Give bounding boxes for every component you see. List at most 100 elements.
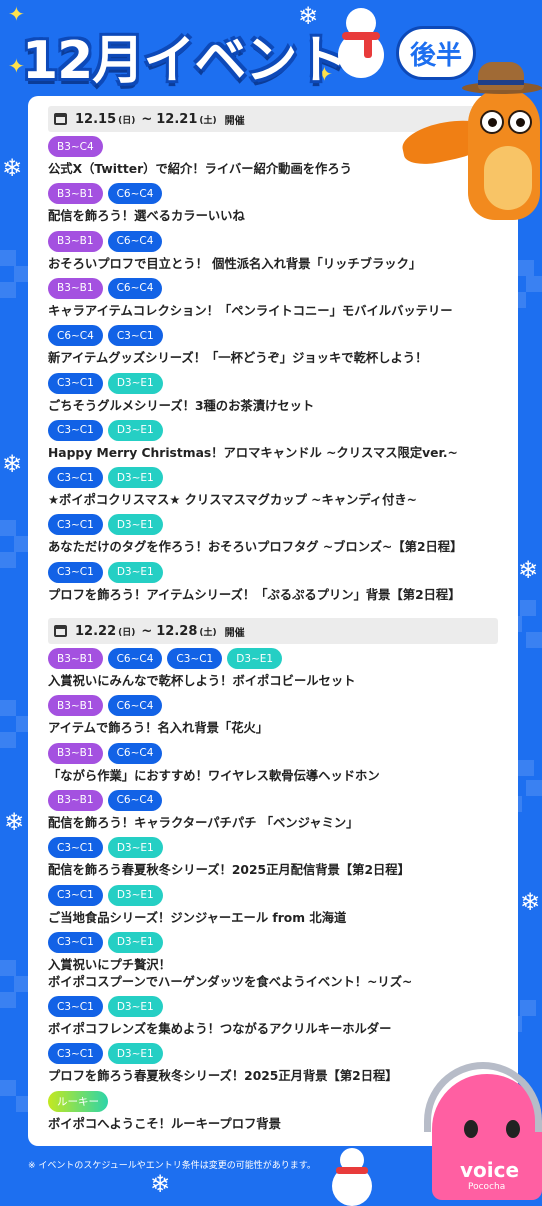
footnote: ※ イベントのスケジュールやエントリ条件は変更の可能性があります。 [28,1161,316,1171]
week-date-range: 12.22 (日) ~12.28 (土) 開催 [48,618,498,644]
rank-tag: C3~C1 [48,467,103,489]
event-item: C3~C1 D3~E1 ごちそうグルメシリーズ！3種のお茶漬けセット [48,372,508,415]
event-title: ご当地食品シリーズ！ジンジャーエール from 北海道 [48,910,347,925]
held-label: 開催 [224,115,245,127]
event-item: B3~B1 C6~C4 キャラアイテムコレクション！「ペンライトコニー」モバイルバッ… [48,277,508,320]
event-item: B3~B1 C6~C4 アイテムで飾ろう！名入れ背景「花火」 [48,695,508,737]
rank-tag: D3~E1 [107,931,163,953]
rank-tag: C6~C4 [107,695,163,717]
event-item: B3~B1 C6~C4 C3~C1 D3~E1 入賞祝いにみんなで乾杯しよう！ボイポコビ… [48,648,508,690]
snowflake-icon: ❄ [4,808,25,836]
week-start-date: 12.15 [75,111,117,127]
snowman-icon [334,8,388,84]
rank-tag: C6~C4 [107,230,163,252]
rank-tag: C3~C1 [48,884,103,906]
rank-tag: C6~C4 [107,742,163,764]
rank-tag: C3~C1 [48,837,103,859]
calendar-icon [54,113,67,125]
event-title: 入賞祝いにプチ贅沢！ [48,957,171,972]
header: 12月イベント [22,12,348,94]
rank-tag: B3~B1 [48,789,103,811]
week-start-dow: (日) [118,627,136,638]
rank-tag-list: B3~B1 C6~C4 [48,277,508,299]
owl-mascot-icon [399,60,542,230]
rank-tag-list: C3~C1 D3~E1 [48,884,508,906]
rank-tag-list: B3~B1 C6~C4 C3~C1 D3~E1 [48,648,508,669]
event-title: あなただけのタグを作ろう！おそろいプロフタグ ~ブロンズ~【第2日程】 [48,540,463,555]
date-separator: ~ [141,111,153,127]
rank-tag-list: B3~B1 C6~C4 [48,695,508,717]
rank-tag-list: C3~C1 D3~E1 [48,996,508,1018]
event-title: 配信を飾ろう春夏秋冬シリーズ！2025正月配信背景【第2日程】 [48,863,410,878]
rank-tag: C3~C1 [48,561,103,583]
event-title: ★ボイポコクリスマス★ クリスマスマグカップ ~キャンディ付き~ [48,493,417,508]
event-title: おそろいプロフで目立とう！ 個性派名入れ背景「リッチブラック」 [48,256,422,271]
rank-tag: C3~C1 [167,648,223,669]
event-title: アイテムで飾ろう！名入れ背景「花火」 [48,721,269,736]
rank-tag-list: B3~B1 C6~C4 [48,789,508,811]
rank-tag: C6~C4 [107,648,163,669]
event-title: 「ながら作業」におすすめ！ワイヤレス軟骨伝導ヘッドホン [48,768,380,783]
pococha-logo: Pococha [468,1182,506,1192]
rank-tag: B3~B1 [48,277,103,299]
event-item: B3~B1 C6~C4 「ながら作業」におすすめ！ワイヤレス軟骨伝導ヘッドホン [48,742,508,785]
rank-tag-list: C3~C1 D3~E1 [48,561,508,583]
rank-tag: D3~E1 [107,514,163,536]
rank-tag: D3~E1 [227,648,283,669]
event-item: B3~B1 C6~C4 配信を飾ろう！キャラクターパチパチ 「ベンジャミン」 [48,789,508,832]
rank-tag: B3~C4 [48,136,103,157]
snowman-icon [330,1148,374,1206]
event-item: C3~C1 D3~E1 あなただけのタグを作ろう！おそろいプロフタグ ~ブロンズ~【… [48,514,508,556]
rank-tag-list: B3~B1 C6~C4 [48,230,508,252]
held-label: 開催 [224,627,245,639]
snowflake-icon: ❄ [2,154,23,182]
event-title: 新アイテムグッズシリーズ！「一杯どうぞ」ジョッキで乾杯しよう！ [48,351,428,366]
rank-tag: D3~E1 [107,996,163,1018]
rank-tag-list: C3~C1 D3~E1 [48,372,508,394]
rank-tag: C3~C1 [48,1043,103,1065]
page-title: 12月イベント [22,31,348,91]
snowflake-icon: ❄ [150,1170,171,1198]
calendar-icon [54,625,67,637]
rank-tag: C3~C1 [48,931,103,953]
week-end-dow: (土) [199,115,217,126]
event-title: キャラアイテムコレクション！「ペンライトコニー」モバイルバッテリー [48,303,453,318]
rank-tag: C3~C1 [48,996,103,1018]
week-end-date: 12.28 [156,623,198,639]
event-item: C3~C1 D3~E1 プロフを飾ろう！アイテムシリーズ！「ぷるぷるプリン」背景【第… [48,561,508,604]
rank-tag: D3~E1 [107,372,163,394]
week-start-date: 12.22 [75,623,117,639]
rank-tag: B3~B1 [48,648,103,669]
event-title: プロフを飾ろう！アイテムシリーズ！「ぷるぷるプリン」背景【第2日程】 [48,587,461,602]
rank-tag: C3~C1 [48,514,103,536]
rank-tag-list: C3~C1 D3~E1 [48,514,508,536]
rank-tag-list: C3~C1 D3~E1 [48,837,508,859]
event-item: C3~C1 D3~E1 配信を飾ろう春夏秋冬シリーズ！2025正月配信背景【第2日程… [48,837,508,879]
event-item: C3~C1 D3~E1 ご当地食品シリーズ！ジンジャーエール from 北海道 [48,884,508,927]
event-title: 入賞祝いにみんなで乾杯しよう！ボイポコビールセット [48,674,356,688]
rank-tag: B3~B1 [48,230,103,252]
event-item: C3~C1 D3~E1 入賞祝いにプチ贅沢！ ボイポコスプーンでハーゲンダッツを食べよ… [48,931,508,991]
snowflake-icon: ❄ [520,888,541,916]
rank-tag-list: B3~B1 C6~C4 [48,742,508,764]
rank-tag: C6~C4 [107,183,163,205]
rank-tag: D3~E1 [107,467,163,489]
rank-tag: D3~E1 [107,837,163,859]
rank-tag-list: C3~C1 D3~E1 [48,931,508,953]
event-title: Happy Merry Christmas！アロマキャンドル ~クリスマス限定v… [48,445,458,460]
event-item: C3~C1 D3~E1 ボイポコフレンズを集めよう！つながるアクリルキーホルダー [48,996,508,1038]
week-end-dow: (土) [199,627,217,638]
rank-tag: C3~C1 [48,372,103,394]
voice-logo: voice [460,1158,520,1182]
rank-tag: C6~C4 [107,277,163,299]
week-end-date: 12.21 [156,111,198,127]
rank-tag: D3~E1 [107,419,163,441]
rank-tag: ルーキー [48,1090,108,1112]
rank-tag: B3~B1 [48,742,103,764]
rank-tag: C3~C1 [48,419,103,441]
snowflake-icon: ❄ [518,556,539,584]
event-item: C6~C4 C3~C1 新アイテムグッズシリーズ！「一杯どうぞ」ジョッキで乾杯しよう… [48,325,508,367]
rank-tag-list: C3~C1 D3~E1 [48,467,508,489]
rank-tag-list: C6~C4 C3~C1 [48,325,508,347]
rank-tag: C3~C1 [107,325,163,347]
